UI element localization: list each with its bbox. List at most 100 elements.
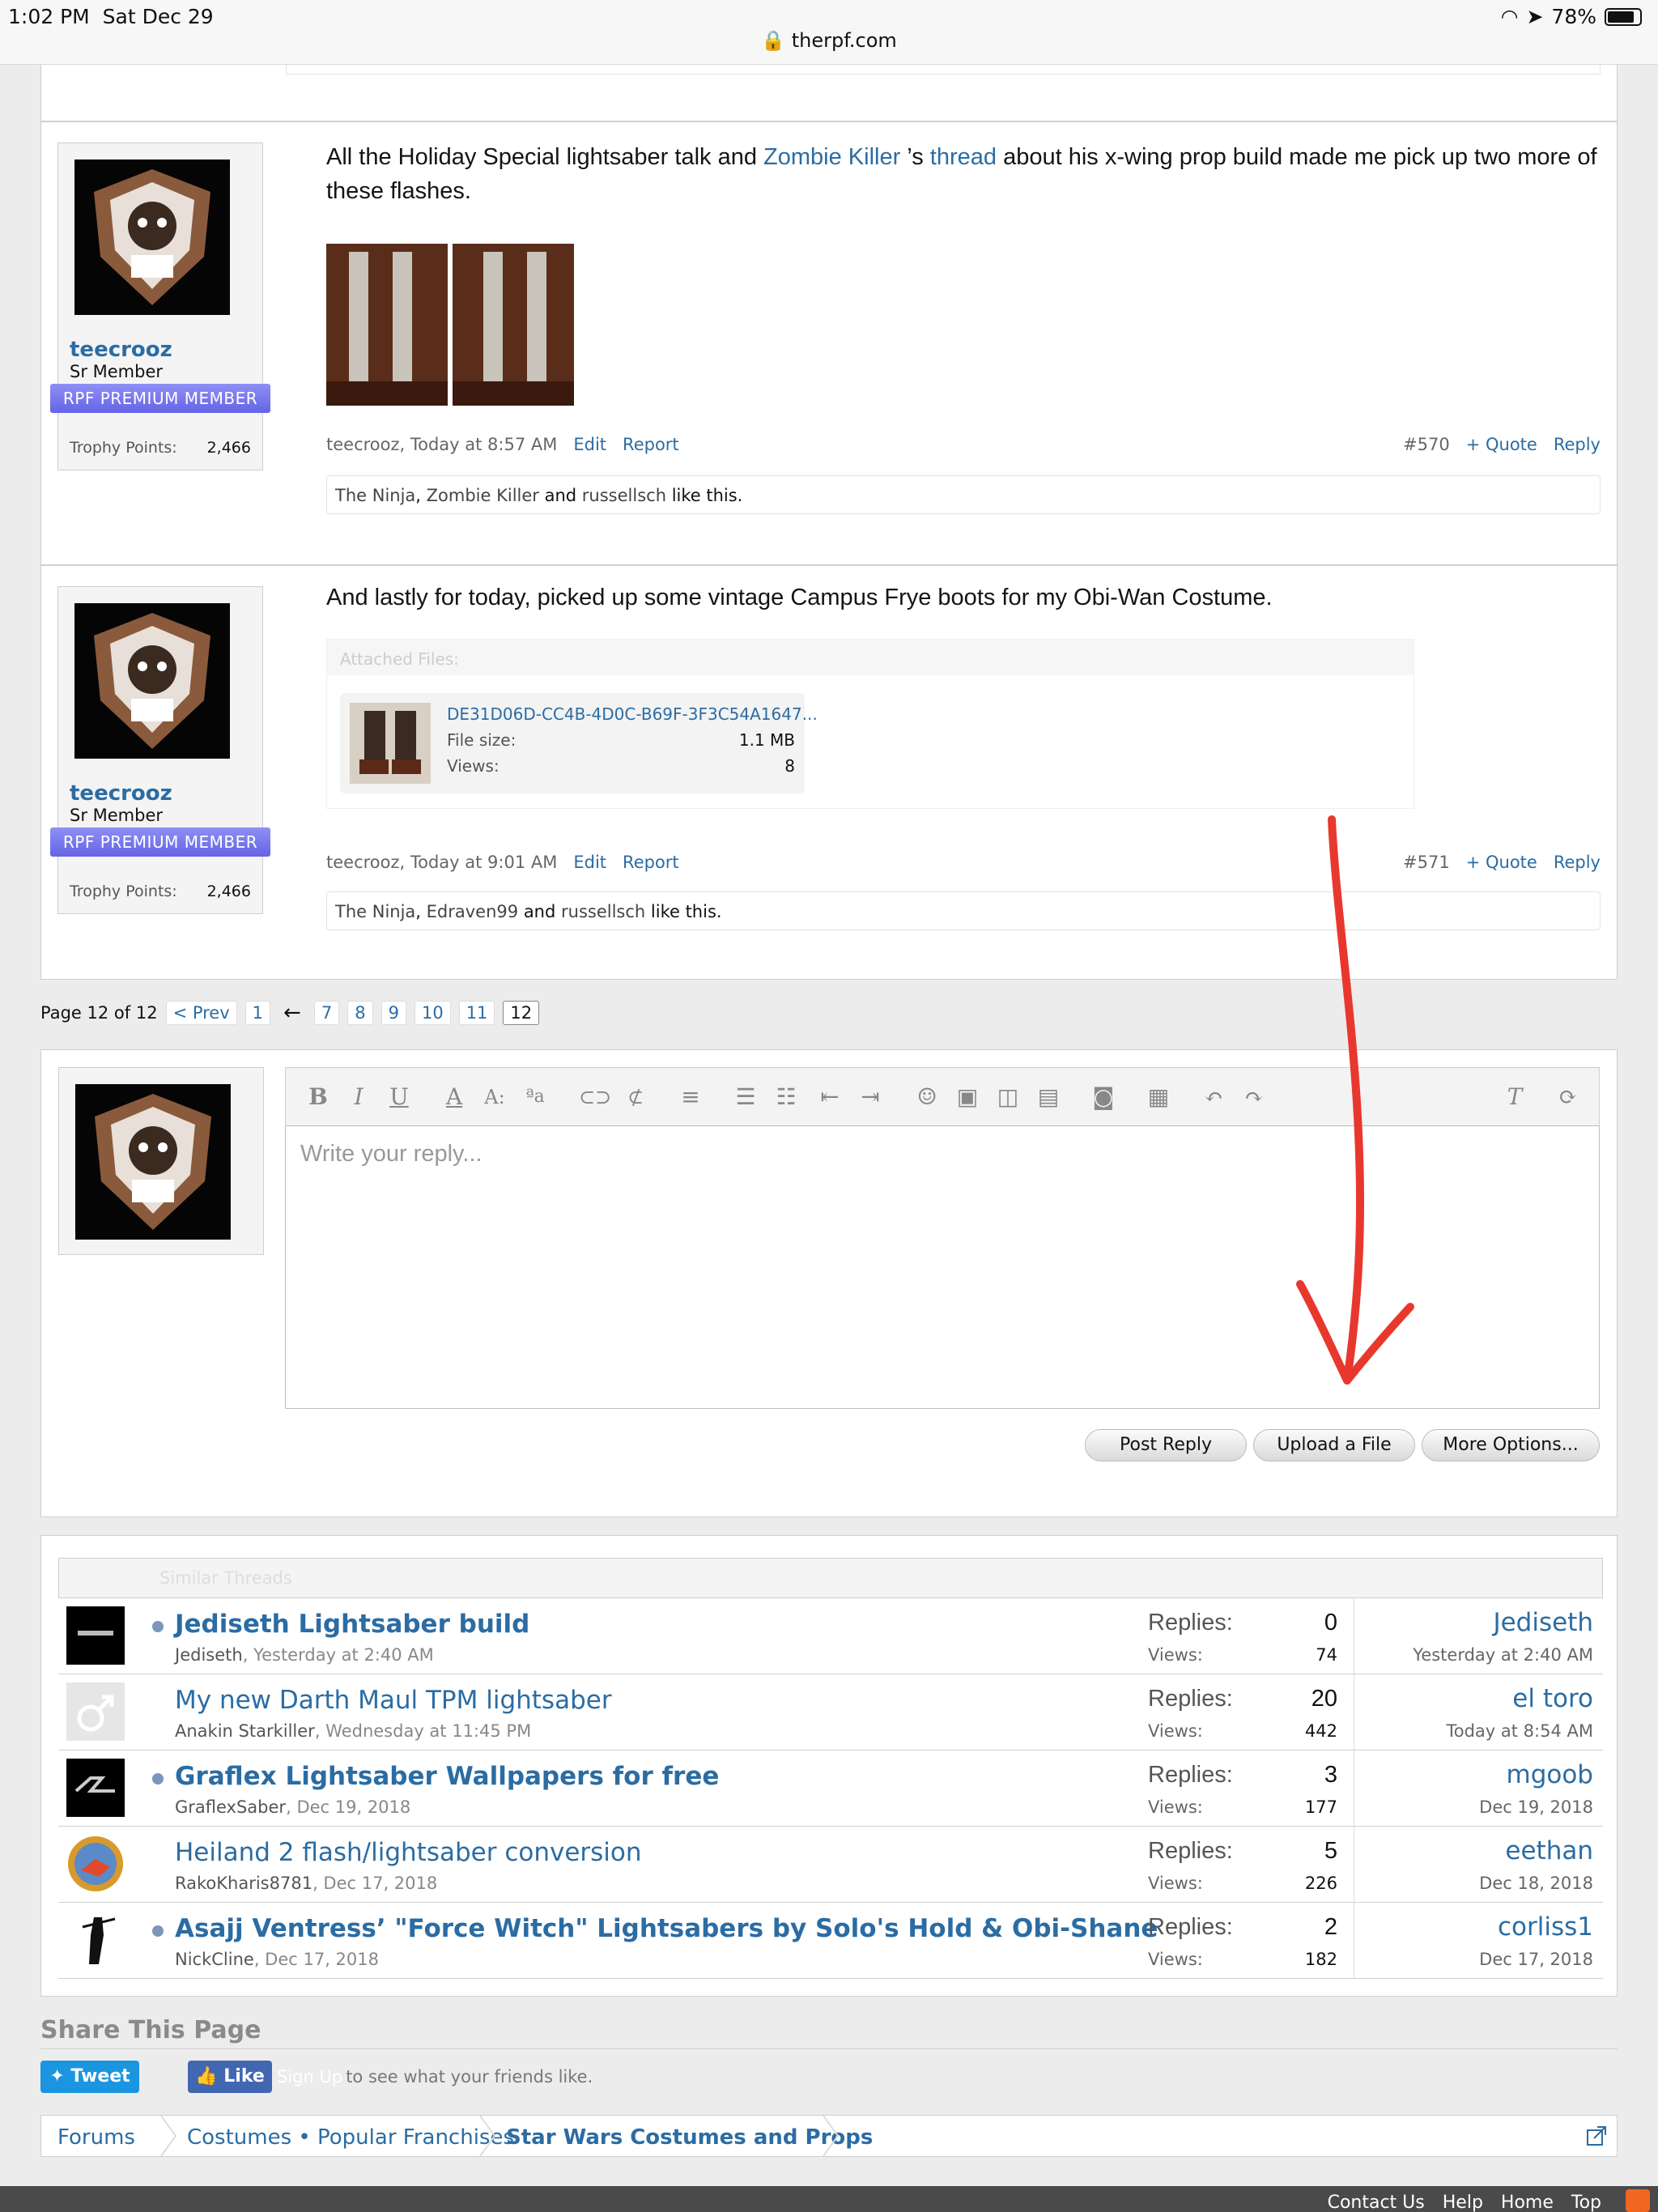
jump-menu-icon[interactable] — [1586, 2125, 1607, 2146]
thread-avatar[interactable] — [66, 1606, 125, 1665]
save-draft-icon[interactable]: ▦ — [1144, 1083, 1173, 1112]
remove-format-icon[interactable]: T — [1500, 1083, 1529, 1112]
facebook-signup-link[interactable]: Sign Up — [277, 2067, 342, 2087]
prev-page-button[interactable]: < Prev — [165, 1001, 237, 1025]
bullet-list-icon[interactable]: ☰ — [731, 1083, 760, 1112]
twitter-bird-icon: ✦ — [49, 2066, 71, 2087]
post-number[interactable]: #571 — [1403, 853, 1450, 872]
address-bar[interactable]: 🔒 therpf.com — [0, 29, 1658, 52]
page-9-button[interactable]: 9 — [380, 1001, 406, 1025]
thread-avatar[interactable] — [66, 1911, 125, 1969]
page-7-button[interactable]: 7 — [313, 1001, 340, 1025]
image-icon[interactable]: ▣ — [953, 1083, 982, 1112]
italic-icon[interactable]: I — [344, 1083, 373, 1112]
male-avatar-icon[interactable] — [66, 1682, 125, 1741]
quote-link[interactable]: + Quote — [1466, 435, 1537, 454]
last-poster[interactable]: mgoob — [1507, 1760, 1594, 1789]
footer-top-link[interactable]: Top — [1571, 2193, 1601, 2212]
indent-icon[interactable]: ⇥ — [856, 1083, 885, 1112]
post-570: teecrooz Sr Member RPF PREMIUM MEMBER Tr… — [40, 121, 1618, 565]
reply-link[interactable]: Reply — [1554, 435, 1601, 454]
similar-threads-header: Similar Threads — [58, 1558, 1603, 1598]
align-icon[interactable]: ≡ — [676, 1083, 705, 1112]
attachment-thumb[interactable] — [350, 703, 431, 784]
font-family-icon[interactable]: ªa — [521, 1083, 550, 1112]
edit-link[interactable]: Edit — [573, 435, 606, 454]
thread-title[interactable]: Graflex Lightsaber Wallpapers for free — [175, 1762, 719, 1791]
page-1-button[interactable]: 1 — [244, 1001, 271, 1025]
numbered-list-icon[interactable]: ☷ — [772, 1083, 801, 1112]
username[interactable]: teecrooz — [70, 338, 172, 362]
last-post-date: Dec 17, 2018 — [1479, 1950, 1593, 1969]
quote-block-icon[interactable]: ▤ — [1034, 1083, 1063, 1112]
thread-link[interactable]: thread — [930, 144, 997, 170]
redo-icon[interactable]: ↷ — [1239, 1083, 1269, 1112]
upload-file-button[interactable]: Upload a File — [1253, 1429, 1415, 1461]
rss-icon[interactable] — [1626, 2189, 1650, 2212]
camera-icon[interactable]: ◙ — [1089, 1083, 1118, 1112]
views-label: Views: — [1148, 1797, 1203, 1817]
attachment-thumb-2[interactable] — [453, 244, 574, 406]
quote-link[interactable]: + Quote — [1466, 853, 1537, 872]
underline-icon[interactable]: U — [385, 1083, 414, 1112]
breadcrumb-star-wars[interactable]: Star Wars Costumes and Props — [506, 2125, 873, 2150]
footer-help-link[interactable]: Help — [1443, 2193, 1483, 2212]
breadcrumb-chevron-icon — [160, 2116, 177, 2156]
outdent-icon[interactable]: ⇤ — [815, 1083, 844, 1112]
views-label: Views: — [1148, 1721, 1203, 1741]
report-link[interactable]: Report — [623, 435, 679, 454]
breadcrumb-costumes[interactable]: Costumes • Popular Franchises — [187, 2125, 514, 2150]
reply-editor[interactable]: Write your reply... — [285, 1125, 1600, 1409]
post-reply-button[interactable]: Post Reply — [1085, 1429, 1247, 1461]
undo-icon[interactable]: ↶ — [1199, 1083, 1228, 1112]
bold-icon[interactable]: B — [304, 1083, 333, 1112]
page-12-button[interactable]: 12 — [503, 1001, 540, 1025]
breadcrumb-chevron-icon — [823, 2116, 840, 2156]
link-icon[interactable]: ⊂⊃ — [579, 1083, 611, 1112]
location-icon: ➤ — [1526, 5, 1544, 28]
reply-link[interactable]: Reply — [1554, 853, 1601, 872]
thread-title[interactable]: Jediseth Lightsaber build — [175, 1610, 529, 1639]
attachment-thumb-1[interactable] — [326, 244, 448, 406]
attachment-filename[interactable]: DE31D06D-CC4B-4D0C-B69F-3F3C54A1647... — [447, 704, 818, 724]
report-link[interactable]: Report — [623, 853, 679, 872]
user-link-zombie-killer[interactable]: Zombie Killer — [763, 144, 900, 170]
thread-title[interactable]: Heiland 2 flash/lightsaber conversion — [175, 1838, 642, 1867]
page-8-button[interactable]: 8 — [347, 1001, 373, 1025]
breadcrumb: Forums Costumes • Popular Franchises Sta… — [40, 2115, 1618, 2157]
last-poster[interactable]: el toro — [1512, 1684, 1593, 1713]
facebook-like-button[interactable]: 👍 Like — [188, 2061, 272, 2093]
more-options-button[interactable]: More Options... — [1422, 1429, 1600, 1461]
last-poster[interactable]: eethan — [1505, 1836, 1593, 1865]
media-icon[interactable]: ◫ — [993, 1083, 1022, 1112]
post-author-time: teecrooz, Today at 8:57 AM — [326, 435, 558, 454]
smilie-icon[interactable]: ☺ — [912, 1083, 942, 1112]
avatar[interactable] — [74, 160, 230, 315]
last-poster[interactable]: Jediseth — [1493, 1608, 1593, 1637]
edit-link[interactable]: Edit — [573, 853, 606, 872]
font-size-icon[interactable]: A: — [480, 1083, 509, 1112]
thread-avatar[interactable] — [66, 1835, 125, 1893]
views-count: 182 — [1304, 1950, 1337, 1969]
footer-contact-link[interactable]: Contact Us — [1328, 2193, 1425, 2212]
thread-title[interactable]: Asajj Ventress’ "Force Witch" Lightsaber… — [175, 1914, 1158, 1943]
avatar[interactable] — [74, 603, 230, 759]
avatar[interactable] — [75, 1084, 231, 1240]
last-poster[interactable]: corliss1 — [1498, 1912, 1593, 1942]
text-color-icon[interactable]: A — [440, 1083, 469, 1112]
thread-avatar[interactable] — [66, 1759, 125, 1817]
footer-home-link[interactable]: Home — [1501, 2193, 1554, 2212]
page-10-button[interactable]: 10 — [414, 1001, 451, 1025]
post-meta: teecrooz, Today at 9:01 AM Edit Report #57… — [326, 853, 1601, 872]
page-skip-arrow[interactable]: ← — [283, 1001, 301, 1025]
breadcrumb-forums[interactable]: Forums — [57, 2125, 135, 2150]
toggle-bbcode-icon[interactable]: ⟳ — [1554, 1083, 1583, 1112]
facebook-like-text: Sign Up to see what your friends like. — [277, 2067, 593, 2087]
thread-title[interactable]: My new Darth Maul TPM lightsaber — [175, 1686, 612, 1715]
unlink-icon[interactable]: ⊄ — [621, 1083, 650, 1112]
attachment-item[interactable]: DE31D06D-CC4B-4D0C-B69F-3F3C54A1647... F… — [340, 693, 818, 793]
page-11-button[interactable]: 11 — [458, 1001, 495, 1025]
username[interactable]: teecrooz — [70, 781, 172, 806]
post-number[interactable]: #570 — [1403, 435, 1450, 454]
tweet-button[interactable]: ✦ Tweet — [40, 2061, 139, 2093]
